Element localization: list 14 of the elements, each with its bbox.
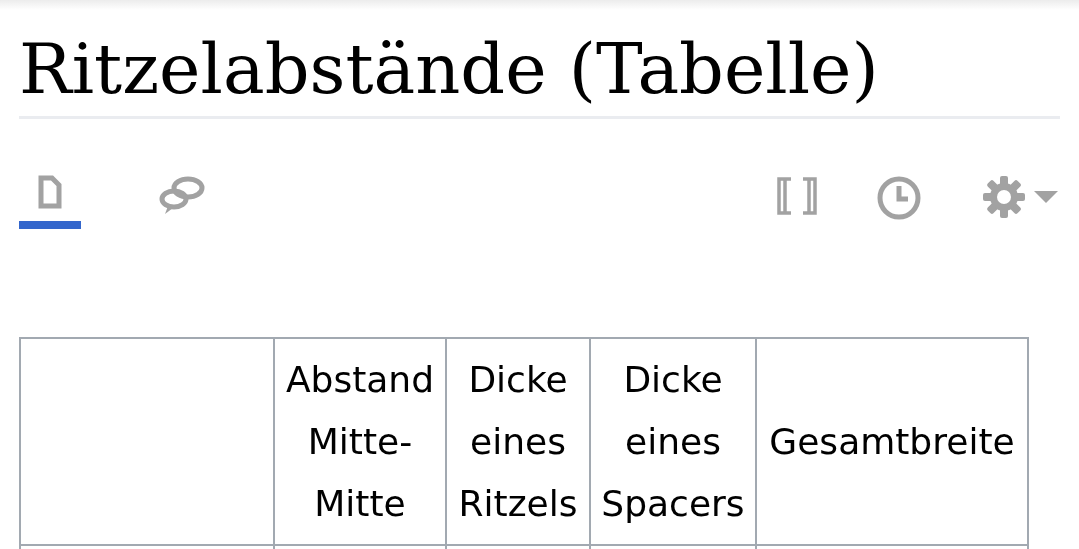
- page-title: Ritzelabstände (Tabelle): [19, 27, 880, 112]
- wikidata-button[interactable]: [776, 175, 818, 217]
- column-header: Abstand Mitte-Mitte: [274, 338, 446, 545]
- speech-bubbles-icon: [158, 175, 206, 215]
- clock-icon: [876, 175, 922, 221]
- column-header: Dicke eines Spacers: [590, 338, 756, 545]
- page-icon: [38, 175, 62, 209]
- brackets-icon: [776, 175, 818, 217]
- column-header: Gesamtbreite: [756, 338, 1028, 545]
- column-header: Dicke eines Ritzels: [446, 338, 590, 545]
- settings-icon: [980, 175, 1060, 219]
- history-button[interactable]: [876, 175, 922, 221]
- article-tab[interactable]: [19, 175, 81, 229]
- settings-button[interactable]: [980, 175, 1060, 219]
